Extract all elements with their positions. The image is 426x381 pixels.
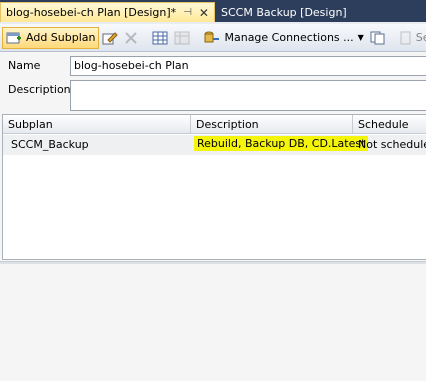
grid-disabled-icon <box>174 31 190 45</box>
tab-label: blog-hosebei-ch Plan [Design]* <box>6 6 177 19</box>
delete-subplan-button[interactable] <box>121 27 141 49</box>
designer-splitter[interactable] <box>0 261 426 264</box>
chevron-down-icon[interactable]: ▼ <box>358 33 364 42</box>
document-tab-strip: blog-hosebei-ch Plan [Design]* ⊣ ✕ SCCM … <box>0 0 426 22</box>
plan-name-field[interactable]: blog-hosebei-ch Plan <box>70 56 426 76</box>
copy-button[interactable] <box>367 27 389 49</box>
grid-header: Subplan Description Schedule <box>3 115 426 134</box>
subplan-cell: SCCM_Backup <box>11 138 89 151</box>
description-label: Description <box>8 83 71 96</box>
close-icon[interactable]: ✕ <box>199 6 209 20</box>
cut-label: Se <box>415 31 426 44</box>
description-cell: Rebuild, Backup DB, CD.Latest <box>194 136 369 151</box>
plan-description-field[interactable] <box>70 80 426 111</box>
manage-connections-button[interactable]: Manage Connections ... ▼ <box>201 27 366 49</box>
copy-icon <box>370 31 386 45</box>
table-row[interactable]: SCCM_Backup Rebuild, Backup DB, CD.Lates… <box>3 135 426 155</box>
tab-label: SCCM Backup [Design] <box>221 5 347 19</box>
cut-button[interactable]: Se <box>397 27 426 49</box>
add-subplan-label: Add Subplan <box>26 31 96 44</box>
grid-icon <box>152 31 168 45</box>
manage-connections-icon <box>204 31 220 45</box>
column-header-subplan[interactable]: Subplan <box>3 115 191 134</box>
edit-icon <box>102 31 119 45</box>
schedule-cell[interactable]: Not scheduled <box>358 138 426 151</box>
delete-icon <box>124 31 138 45</box>
column-header-description[interactable]: Description <box>191 115 353 134</box>
subplan-grid: Subplan Description Schedule SCCM_Backup… <box>2 114 426 260</box>
designer-toolbar: Add Subplan Manage Connections ... ▼ S <box>0 24 426 52</box>
add-subplan-button[interactable]: Add Subplan <box>2 26 100 49</box>
manage-connections-label: Manage Connections ... <box>224 31 354 44</box>
edit-subplan-button[interactable] <box>99 27 121 49</box>
add-subplan-icon <box>6 31 22 45</box>
pin-icon[interactable]: ⊣ <box>183 7 192 18</box>
maintenance-plan-designer: Name blog-hosebei-ch Plan Description Su… <box>0 52 426 381</box>
column-header-schedule[interactable]: Schedule <box>353 115 426 134</box>
tab-blog-plan-design[interactable]: blog-hosebei-ch Plan [Design]* ⊣ ✕ <box>0 2 215 22</box>
grid-settings-button[interactable] <box>171 27 193 49</box>
tab-sccm-backup-design[interactable]: SCCM Backup [Design] <box>216 2 352 22</box>
grid-view-button[interactable] <box>149 27 171 49</box>
name-label: Name <box>8 59 41 72</box>
cut-icon <box>400 31 412 45</box>
